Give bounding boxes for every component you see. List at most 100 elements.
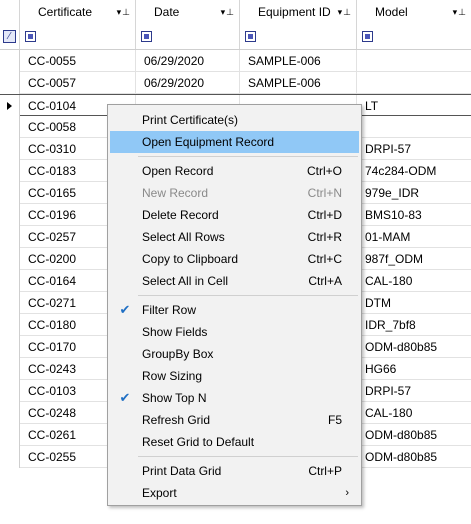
row-selector[interactable]: [0, 292, 20, 314]
cell-model[interactable]: BMS10-83: [357, 204, 471, 226]
table-row[interactable]: CC-0057 06/29/2020 SAMPLE-006: [0, 72, 471, 94]
cell-model[interactable]: CAL-180: [357, 402, 471, 424]
menu-item-reset-grid-to-default[interactable]: Reset Grid to Default: [110, 431, 359, 453]
cell-model[interactable]: LT: [357, 95, 471, 117]
menu-item-delete-record[interactable]: Delete Record Ctrl+D: [110, 204, 359, 226]
cell-certificate[interactable]: CC-0055: [20, 50, 136, 72]
column-header-label: Equipment ID: [258, 5, 331, 19]
filter-operator-icon[interactable]: [25, 31, 36, 42]
menu-item-label: Refresh Grid: [142, 413, 211, 427]
menu-item-shortcut: Ctrl+N: [307, 186, 342, 200]
menu-item-label: Select All Rows: [142, 230, 225, 244]
cell-certificate[interactable]: CC-0057: [20, 72, 136, 94]
row-selector[interactable]: [0, 314, 20, 336]
row-selector[interactable]: [0, 226, 20, 248]
cell-model[interactable]: ODM-d80b85: [357, 424, 471, 446]
cell-model[interactable]: 979e_IDR: [357, 182, 471, 204]
menu-item-new-record[interactable]: New Record Ctrl+N: [110, 182, 359, 204]
menu-item-open-equipment-record[interactable]: Open Equipment Record: [110, 131, 359, 153]
menu-item-export[interactable]: Export ›: [110, 482, 359, 504]
menu-item-shortcut: Ctrl+O: [306, 164, 342, 178]
row-selector[interactable]: [0, 402, 20, 424]
row-selector[interactable]: [0, 72, 20, 94]
menu-item-shortcut: F5: [327, 413, 342, 427]
row-selector[interactable]: [0, 138, 20, 160]
cell-model[interactable]: [357, 72, 471, 94]
column-header-model[interactable]: Model ▾⊥: [357, 0, 471, 25]
cell-model[interactable]: 74c284-ODM: [357, 160, 471, 182]
row-selector[interactable]: [0, 336, 20, 358]
table-row[interactable]: CC-0055 06/29/2020 SAMPLE-006: [0, 50, 471, 72]
menu-item-label: Delete Record: [142, 208, 219, 222]
menu-separator: [138, 295, 358, 296]
context-menu: Print Certificate(s) Open Equipment Recor…: [107, 104, 362, 506]
menu-item-label: Reset Grid to Default: [142, 435, 255, 449]
menu-item-copy-to-clipboard[interactable]: Copy to Clipboard Ctrl+C: [110, 248, 359, 270]
menu-item-open-record[interactable]: Open Record Ctrl+O: [110, 160, 359, 182]
menu-item-label: New Record: [142, 186, 209, 200]
row-selector[interactable]: [0, 160, 20, 182]
clear-filter-icon[interactable]: ⁄: [3, 30, 16, 43]
row-selector[interactable]: [0, 270, 20, 292]
menu-item-show-fields[interactable]: Show Fields: [110, 321, 359, 343]
filter-clear-cell[interactable]: ⁄: [0, 25, 20, 49]
row-selector[interactable]: [0, 116, 20, 138]
filter-pin-icon[interactable]: ▾⊥: [117, 0, 131, 25]
column-header-equipment-id[interactable]: Equipment ID ▾⊥: [240, 0, 357, 25]
menu-item-label: Row Sizing: [142, 369, 203, 383]
cell-model[interactable]: [357, 50, 471, 72]
row-selector[interactable]: [0, 248, 20, 270]
menu-separator: [138, 456, 358, 457]
cell-date[interactable]: 06/29/2020: [136, 72, 240, 94]
filter-pin-icon[interactable]: ▾⊥: [338, 0, 352, 25]
menu-item-filter-row[interactable]: ✔ Filter Row: [110, 299, 359, 321]
cell-equipment-id[interactable]: SAMPLE-006: [240, 72, 357, 94]
filter-operator-icon[interactable]: [245, 31, 256, 42]
cell-model[interactable]: 01-MAM: [357, 226, 471, 248]
filter-cell-model[interactable]: [357, 25, 471, 49]
filter-operator-icon[interactable]: [141, 31, 152, 42]
filter-pin-icon[interactable]: ▾⊥: [221, 0, 235, 25]
filter-cell-date[interactable]: [136, 25, 240, 49]
row-selector[interactable]: [0, 446, 20, 468]
column-header-label: Date: [154, 5, 180, 19]
row-selector[interactable]: [0, 50, 20, 72]
filter-operator-icon[interactable]: [362, 31, 373, 42]
menu-item-select-all-in-cell[interactable]: Select All in Cell Ctrl+A: [110, 270, 359, 292]
row-selector[interactable]: [0, 380, 20, 402]
cell-model[interactable]: DRPI-57: [357, 380, 471, 402]
menu-item-label: Filter Row: [142, 303, 197, 317]
row-selector[interactable]: [0, 95, 20, 117]
cell-model[interactable]: HG66: [357, 358, 471, 380]
row-selector[interactable]: [0, 204, 20, 226]
cell-model[interactable]: CAL-180: [357, 270, 471, 292]
filter-pin-icon[interactable]: ▾⊥: [453, 0, 467, 25]
cell-model[interactable]: DTM: [357, 292, 471, 314]
menu-item-groupby-box[interactable]: GroupBy Box: [110, 343, 359, 365]
cell-equipment-id[interactable]: SAMPLE-006: [240, 50, 357, 72]
menu-item-print-certificate-s[interactable]: Print Certificate(s): [110, 109, 359, 131]
cell-model[interactable]: DRPI-57: [357, 138, 471, 160]
filter-cell-equipment-id[interactable]: [240, 25, 357, 49]
column-header-date[interactable]: Date ▾⊥: [136, 0, 240, 25]
cell-model[interactable]: IDR_7bf8: [357, 314, 471, 336]
filter-cell-certificate[interactable]: [20, 25, 136, 49]
row-selector[interactable]: [0, 358, 20, 380]
cell-model[interactable]: 987f_ODM: [357, 248, 471, 270]
cell-date[interactable]: 06/29/2020: [136, 50, 240, 72]
menu-item-refresh-grid[interactable]: Refresh Grid F5: [110, 409, 359, 431]
column-header-certificate[interactable]: Certificate ▾⊥: [20, 0, 136, 25]
menu-item-label: Export: [142, 486, 177, 500]
header-corner: [0, 0, 20, 25]
cell-model[interactable]: ODM-d80b85: [357, 446, 471, 468]
menu-item-label: GroupBy Box: [142, 347, 214, 361]
menu-item-shortcut: Ctrl+D: [307, 208, 342, 222]
row-selector[interactable]: [0, 182, 20, 204]
menu-item-select-all-rows[interactable]: Select All Rows Ctrl+R: [110, 226, 359, 248]
menu-item-show-top-n[interactable]: ✔ Show Top N: [110, 387, 359, 409]
menu-item-print-data-grid[interactable]: Print Data Grid Ctrl+P: [110, 460, 359, 482]
row-selector[interactable]: [0, 424, 20, 446]
cell-model[interactable]: ODM-d80b85: [357, 336, 471, 358]
menu-item-row-sizing[interactable]: Row Sizing: [110, 365, 359, 387]
cell-model[interactable]: [357, 116, 471, 138]
